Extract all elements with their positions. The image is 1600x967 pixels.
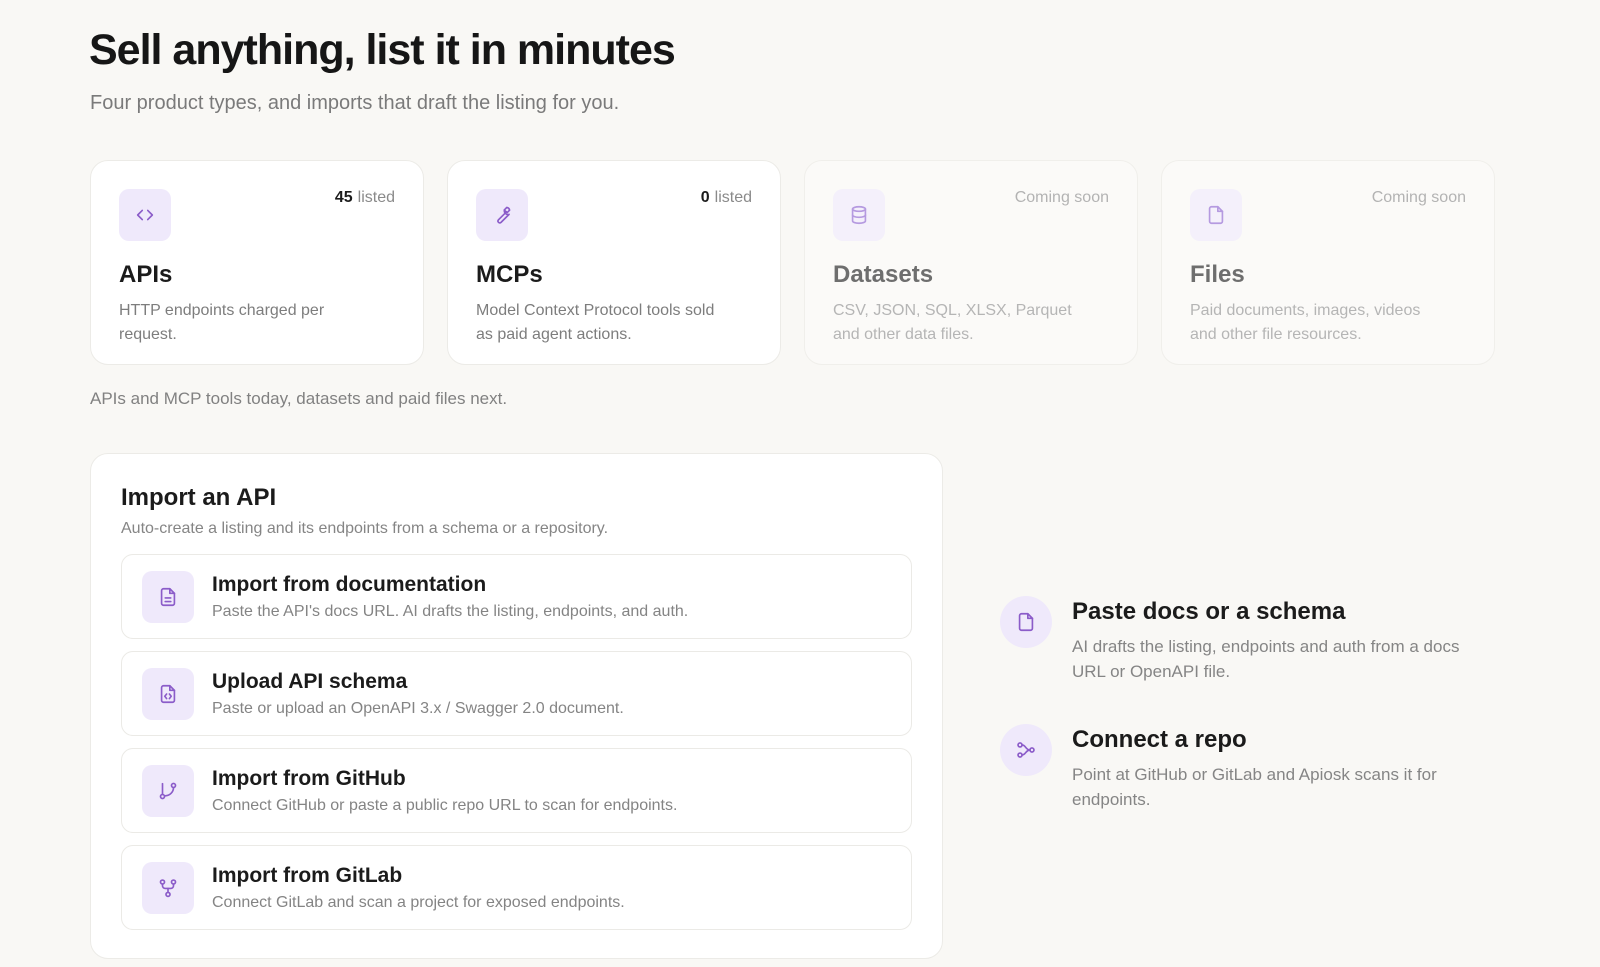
document-icon [142,570,194,623]
product-type-description: Paid documents, images, videos and other… [1190,302,1421,343]
listed-count: 45 [334,189,353,206]
import-from-github-option[interactable]: Import from GitHub Connect GitHub or pas… [121,748,912,833]
import-option-description: Paste the API's docs URL. AI drafts the … [212,602,689,620]
import-option-title: Import from GitHub [212,766,406,790]
product-type-description: HTTP endpoints charged per request. [119,302,325,343]
import-from-documentation-option[interactable]: Import from documentation Paste the API'… [121,554,912,639]
feature-description: AI drafts the listing, endpoints and aut… [1072,637,1460,681]
feature-title: Connect a repo [1072,726,1247,753]
product-type-description: Model Context Protocol tools sold as pai… [476,302,715,343]
product-type-name: MCPs [476,261,543,288]
import-option-title: Upload API schema [212,669,408,693]
import-options: Import from documentation Paste the API'… [121,554,912,930]
upload-api-schema-option[interactable]: Upload API schema Paste or upload an Ope… [121,651,912,736]
import-option-description: Paste or upload an OpenAPI 3.x / Swagger… [212,699,624,717]
product-types: 45 listed APIs HTTP endpoints charged per… [90,160,1495,365]
coming-soon-badge: Coming soon [1371,189,1466,206]
feature-title: Paste docs or a schema [1072,598,1346,625]
feature-connect-repo: Connect a repo Point at GitHub or GitLab… [1000,724,1520,812]
coming-soon-badge: Coming soon [1014,189,1109,206]
feature-paste-docs: Paste docs or a schema AI drafts the lis… [1000,596,1520,684]
import-option-title: Import from GitLab [212,863,403,887]
code-icon [119,189,171,241]
product-type-name: APIs [119,261,173,288]
product-type-card-mcps[interactable]: 0 listed MCPs Model Context Protocol tool… [447,160,781,365]
product-type-name: Files [1190,261,1245,288]
product-types-note: APIs and MCP tools today, datasets and p… [90,389,508,408]
badge-label: listed [714,189,752,206]
listed-count-badge: 45 listed [335,189,395,207]
import-from-gitlab-option[interactable]: Import from GitLab Connect GitLab and sc… [121,845,912,930]
share-nodes-icon [1000,724,1052,776]
import-features: Paste docs or a schema AI drafts the lis… [1000,596,1520,812]
page-subtitle: Four product types, and imports that dra… [90,92,620,114]
listed-count-badge: 0 listed [701,189,752,207]
feature-description: Point at GitHub or GitLab and Apiosk sca… [1072,765,1437,809]
import-option-description: Connect GitHub or paste a public repo UR… [212,796,678,814]
page: Sell anything, list it in minutes Four p… [0,0,1600,967]
import-panel-title: Import an API [121,484,277,511]
listed-count: 0 [700,189,710,206]
import-api-panel: Import an API Auto-create a listing and … [90,453,943,959]
product-type-description: CSV, JSON, SQL, XLSX, Parquet and other … [833,302,1072,343]
git-fork-icon [142,861,194,914]
page-title: Sell anything, list it in minutes [89,26,676,74]
file-icon [1190,189,1242,241]
code-file-icon [142,667,194,720]
badge-label: listed [357,189,395,206]
product-type-name: Datasets [833,261,934,288]
product-type-card-apis[interactable]: 45 listed APIs HTTP endpoints charged per… [90,160,424,365]
import-panel-subtitle: Auto-create a listing and its endpoints … [121,520,609,537]
wrench-icon [476,189,528,241]
import-option-title: Import from documentation [212,572,487,596]
product-type-card-files: Coming soon Files Paid documents, images… [1161,160,1495,365]
product-type-card-datasets: Coming soon Datasets CSV, JSON, SQL, XLS… [804,160,1138,365]
file-icon [1000,596,1052,648]
git-branch-icon [142,764,194,817]
import-option-description: Connect GitLab and scan a project for ex… [212,893,625,911]
database-icon [833,189,885,241]
